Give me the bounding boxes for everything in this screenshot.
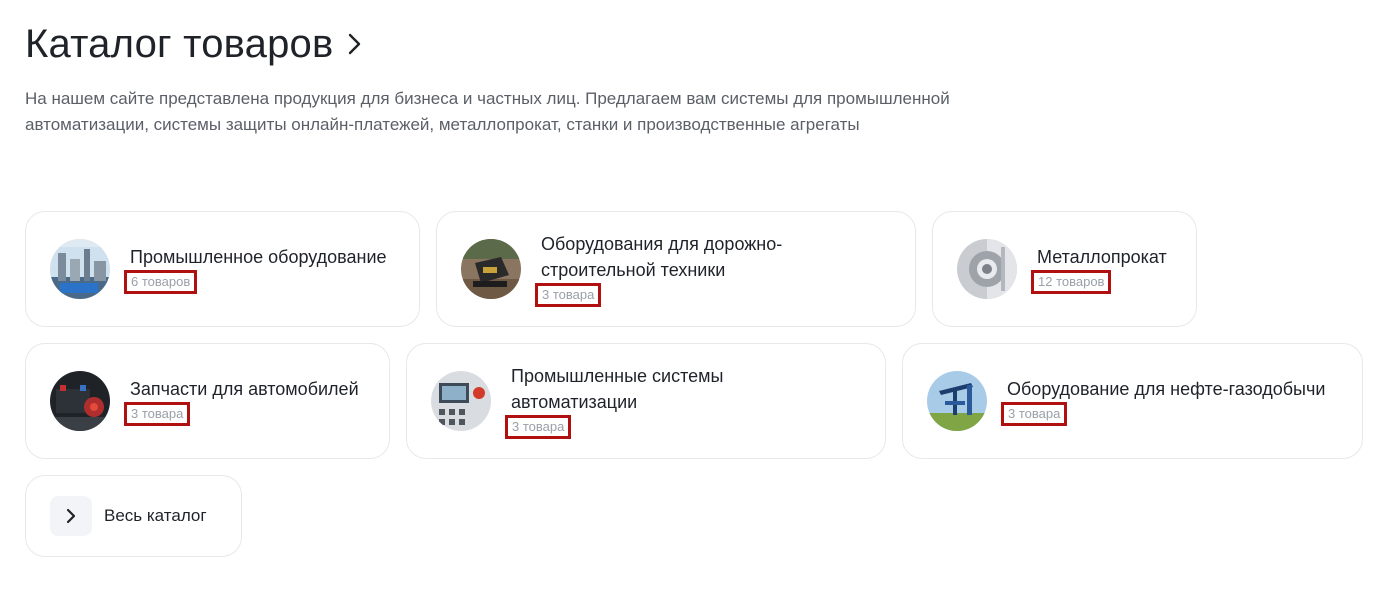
category-card-oil-gas-equipment[interactable]: Оборудование для нефте-газодобычи 3 това… [902, 343, 1363, 459]
category-title[interactable]: Оборудование для нефте-газодобычи [1007, 376, 1325, 402]
highlight-box: 3 товара [124, 402, 191, 426]
category-count: 12 товаров [1038, 274, 1105, 289]
category-card-metal-products[interactable]: Металлопрокат 12 товаров [932, 211, 1197, 327]
highlight-box: 3 товара [1001, 402, 1068, 426]
category-count: 3 товара [542, 287, 595, 302]
category-count: 3 товара [512, 419, 565, 434]
car-parts-image [50, 371, 110, 431]
category-card-industrial-equipment[interactable]: Промышленное оборудование 6 товаров [25, 211, 420, 327]
industrial-plant-image [50, 239, 110, 299]
category-title[interactable]: Запчасти для автомобилей [130, 376, 359, 402]
metal-part-image [957, 239, 1017, 299]
highlight-box: 3 товара [505, 415, 572, 439]
category-title[interactable]: Промышленные системы автоматизации [511, 363, 771, 415]
category-card-car-parts[interactable]: Запчасти для автомобилей 3 товара [25, 343, 390, 459]
highlight-box: 12 товаров [1031, 270, 1112, 294]
highlight-box: 6 товаров [124, 270, 198, 294]
catalog-description: На нашем сайте представлена продукция дл… [25, 89, 950, 134]
category-count: 3 товара [131, 406, 184, 421]
category-count: 3 товара [1008, 406, 1061, 421]
all-catalog-button[interactable]: Весь каталог [25, 475, 242, 557]
category-card-road-machinery[interactable]: Оборудования для дорожно-строительной те… [436, 211, 916, 327]
control-panel-image [431, 371, 491, 431]
oil-pump-image [927, 371, 987, 431]
highlight-box: 3 товара [535, 283, 602, 307]
chevron-right-icon [50, 496, 92, 536]
category-count: 6 товаров [131, 274, 191, 289]
category-title[interactable]: Металлопрокат [1037, 244, 1167, 270]
category-title[interactable]: Оборудования для дорожно-строительной те… [541, 231, 841, 283]
page-title[interactable]: Каталог товаров [25, 20, 333, 68]
category-card-automation-systems[interactable]: Промышленные системы автоматизации 3 тов… [406, 343, 886, 459]
road-machinery-image [461, 239, 521, 299]
page-header: Каталог товаров [25, 20, 367, 68]
chevron-right-icon[interactable] [347, 30, 367, 58]
all-catalog-label: Весь каталог [104, 506, 207, 525]
category-title[interactable]: Промышленное оборудование [130, 244, 387, 270]
